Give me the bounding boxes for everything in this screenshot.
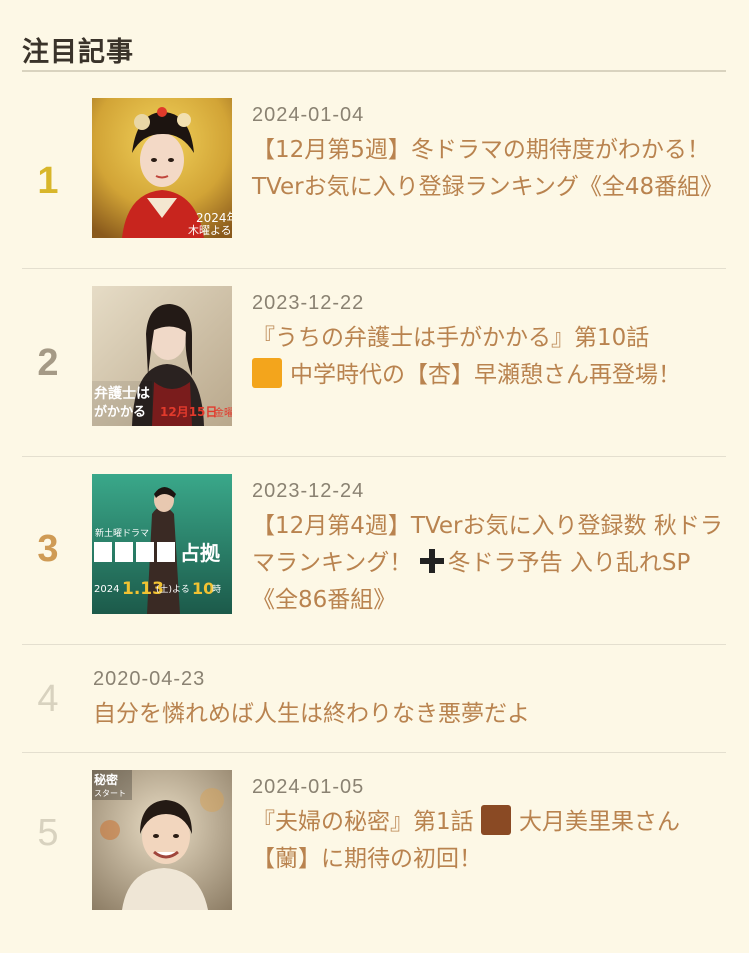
article-item-4[interactable]: 4 2020-04-23 自分を憐れめば人生は終わりなき悪夢だよ [22, 646, 726, 753]
article-text: 2024-01-05 『夫婦の秘密』第1話 大月美里果さん【蘭】に期待の初回！ [252, 774, 726, 878]
svg-text:新土曜ドラマ: 新土曜ドラマ [95, 527, 149, 539]
article-thumbnail[interactable]: 2024年 木曜よる10 [92, 98, 232, 238]
article-headline-link[interactable]: 【12月第4週】TVerお気に入り登録数 秋ドラマランキング！ 冬ドラ予告 入り… [252, 508, 726, 619]
headline-part-a: 『夫婦の秘密』第1話 [252, 809, 474, 835]
article-item-1[interactable]: 1 2024 木曜よる 2024-01-04 【12月第5週】冬ドラマの期待度が… [22, 82, 726, 269]
svg-text:弁護士は: 弁護士は [94, 385, 150, 402]
article-date: 2024-01-04 [252, 104, 365, 126]
svg-text:金曜: 金曜 [214, 406, 232, 419]
svg-text:2024: 2024 [94, 584, 119, 595]
orange-square-icon [252, 358, 282, 388]
article-date: 2023-12-24 [252, 480, 365, 502]
article-item-2[interactable]: 2 弁護士は がかかる 12月15日 金曜 2023-12-22 『うちの弁護士… [22, 270, 726, 457]
article-text: 2023-12-24 【12月第4週】TVerお気に入り登録数 秋ドラマランキン… [252, 478, 726, 619]
svg-text:12月15日: 12月15日 [160, 405, 217, 419]
article-thumbnail[interactable]: 新土曜ドラマ 占拠 2024 1.13 (土)よる 10 時 [92, 474, 232, 614]
rank-number: 5 [37, 812, 59, 854]
svg-text:占拠: 占拠 [180, 541, 221, 565]
article-headline-link[interactable]: 【12月第5週】冬ドラマの期待度がわかる！TVerお気に入り登録ランキング《全4… [252, 132, 726, 206]
article-headline-link[interactable]: 『夫婦の秘密』第1話 大月美里果さん【蘭】に期待の初回！ [252, 804, 726, 878]
svg-text:10: 10 [192, 579, 214, 598]
article-headline-link[interactable]: 自分を憐れめば人生は終わりなき悪夢だよ [93, 696, 726, 733]
svg-text:秘密: 秘密 [94, 772, 118, 787]
plus-icon [419, 549, 444, 573]
rank-number: 1 [37, 160, 59, 202]
rank-number: 3 [37, 528, 59, 570]
rank-number: 2 [37, 342, 59, 384]
headline-part-b: 中学時代の【杏】早瀬憩さん再登場！ [290, 362, 681, 388]
headline-part-a: 『うちの弁護士は手がかかる』第10話 [252, 325, 650, 351]
title-divider [22, 70, 726, 72]
article-item-3[interactable]: 3 新土曜ドラマ 占拠 2024 1.13 (土)よる 10 時 2023-12… [22, 458, 726, 645]
article-item-5[interactable]: 5 秘密 スタート 2024-01-05 『夫婦の秘密』第1話 大月美里果さん【… [22, 754, 726, 944]
svg-text:がかかる: がかかる [94, 404, 146, 420]
article-text: 2024-01-04 【12月第5週】冬ドラマの期待度がわかる！TVerお気に入… [252, 102, 726, 206]
svg-text:木曜よる10: 木曜よる10 [188, 224, 232, 237]
rank-number: 4 [37, 678, 59, 720]
article-thumbnail[interactable]: 秘密 スタート [92, 770, 232, 910]
article-headline-link[interactable]: 『うちの弁護士は手がかかる』第10話 中学時代の【杏】早瀬憩さん再登場！ [252, 320, 726, 394]
article-date: 2023-12-22 [252, 292, 365, 314]
brown-square-icon [480, 805, 511, 835]
svg-text:時: 時 [212, 584, 221, 595]
svg-text:スタート: スタート [94, 789, 126, 798]
thumbnail-caption-text: 2024年 [196, 211, 232, 225]
article-thumbnail[interactable]: 弁護士は がかかる 12月15日 金曜 [92, 286, 232, 426]
article-text: 2020-04-23 自分を憐れめば人生は終わりなき悪夢だよ [93, 666, 726, 733]
section-title: 注目記事 [22, 37, 134, 68]
article-date: 2024-01-05 [252, 776, 365, 798]
article-text: 2023-12-22 『うちの弁護士は手がかかる』第10話 中学時代の【杏】早瀬… [252, 290, 726, 394]
featured-articles-panel: 注目記事 1 2024 木曜よる 2024-01-04 【12月第5週】冬ドラマ… [0, 0, 749, 953]
article-date: 2020-04-23 [93, 668, 206, 690]
svg-text:(土)よる: (土)よる [156, 583, 190, 595]
